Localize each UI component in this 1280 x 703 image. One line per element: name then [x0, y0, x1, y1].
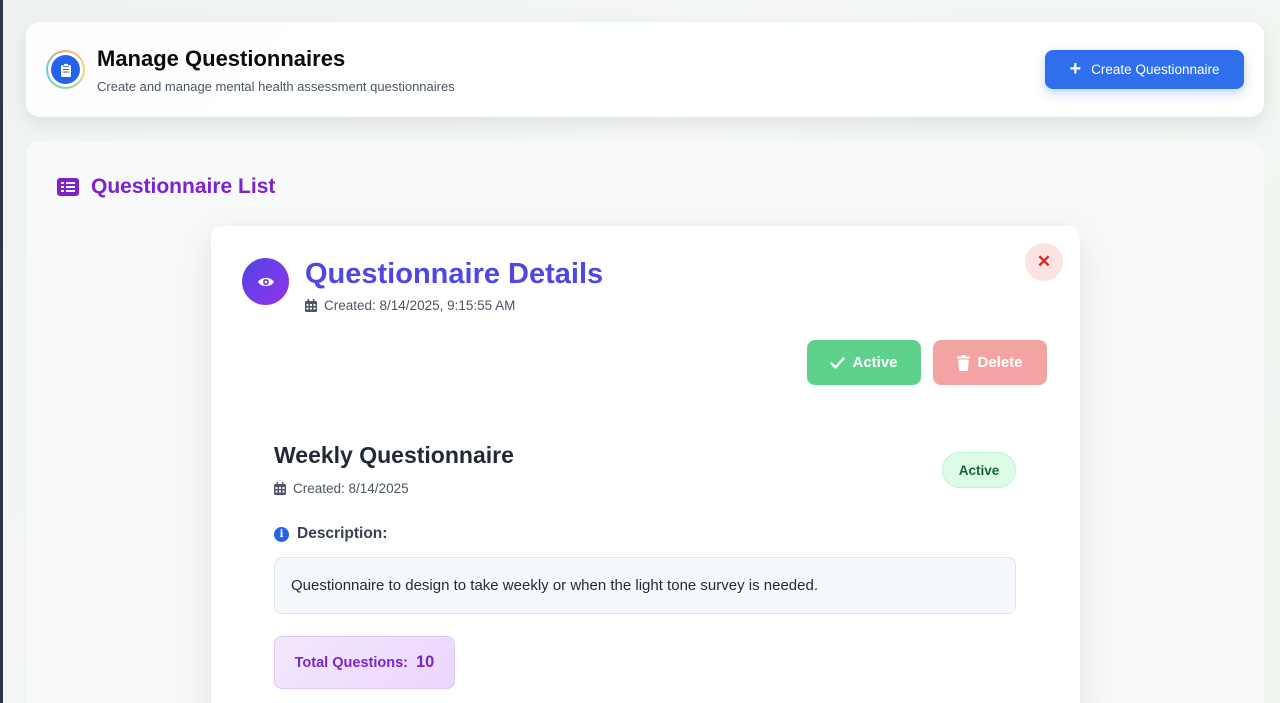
check-icon	[830, 356, 846, 369]
delete-button[interactable]: Delete	[933, 340, 1047, 385]
description-box: Questionnaire to design to take weekly o…	[274, 557, 1016, 614]
create-questionnaire-label: Create Questionnaire	[1091, 62, 1220, 77]
description-text: Questionnaire to design to take weekly o…	[291, 577, 818, 594]
calendar-icon	[274, 482, 286, 495]
eye-icon-badge	[242, 258, 289, 305]
questionnaire-created-date: Created: 8/14/2025	[274, 481, 409, 496]
page-subtitle: Create and manage mental health assessme…	[97, 79, 455, 94]
questionnaire-list-heading: Questionnaire List	[57, 175, 275, 199]
delete-button-label: Delete	[977, 354, 1023, 371]
description-label: Description:	[297, 525, 388, 542]
window-edge	[0, 0, 3, 703]
trash-icon	[957, 354, 971, 371]
total-questions-badge: Total Questions: 10	[274, 636, 455, 689]
total-questions-label: Total Questions:	[294, 654, 408, 671]
list-icon	[57, 178, 79, 196]
active-toggle-button[interactable]: Active	[807, 340, 921, 385]
eye-icon	[257, 277, 274, 286]
page-header: Manage Questionnaires Create and manage …	[26, 22, 1264, 117]
app-logo	[46, 50, 85, 89]
modal-created-text: Created: 8/14/2025, 9:15:55 AM	[324, 298, 516, 313]
plus-icon: +	[1069, 57, 1082, 80]
close-button[interactable]: ✕	[1025, 243, 1063, 281]
modal-created-date: Created: 8/14/2025, 9:15:55 AM	[305, 298, 515, 313]
create-questionnaire-button[interactable]: + Create Questionnaire	[1045, 50, 1244, 89]
description-heading: i Description:	[274, 525, 387, 543]
questionnaire-created-text: Created: 8/14/2025	[293, 481, 409, 496]
info-icon: i	[274, 526, 289, 542]
calendar-icon	[305, 299, 317, 312]
page-title: Manage Questionnaires	[97, 46, 346, 71]
close-icon: ✕	[1036, 252, 1052, 271]
questionnaire-list-title: Questionnaire List	[91, 175, 276, 198]
modal-title: Questionnaire Details	[305, 258, 604, 290]
questionnaire-details-modal: Questionnaire Details Created: 8/14/2025…	[211, 226, 1080, 703]
total-questions-value: 10	[415, 653, 435, 671]
status-badge: Active	[942, 452, 1016, 488]
active-button-label: Active	[852, 354, 898, 371]
clipboard-icon	[60, 62, 71, 77]
questionnaire-name: Weekly Questionnaire	[274, 442, 514, 468]
